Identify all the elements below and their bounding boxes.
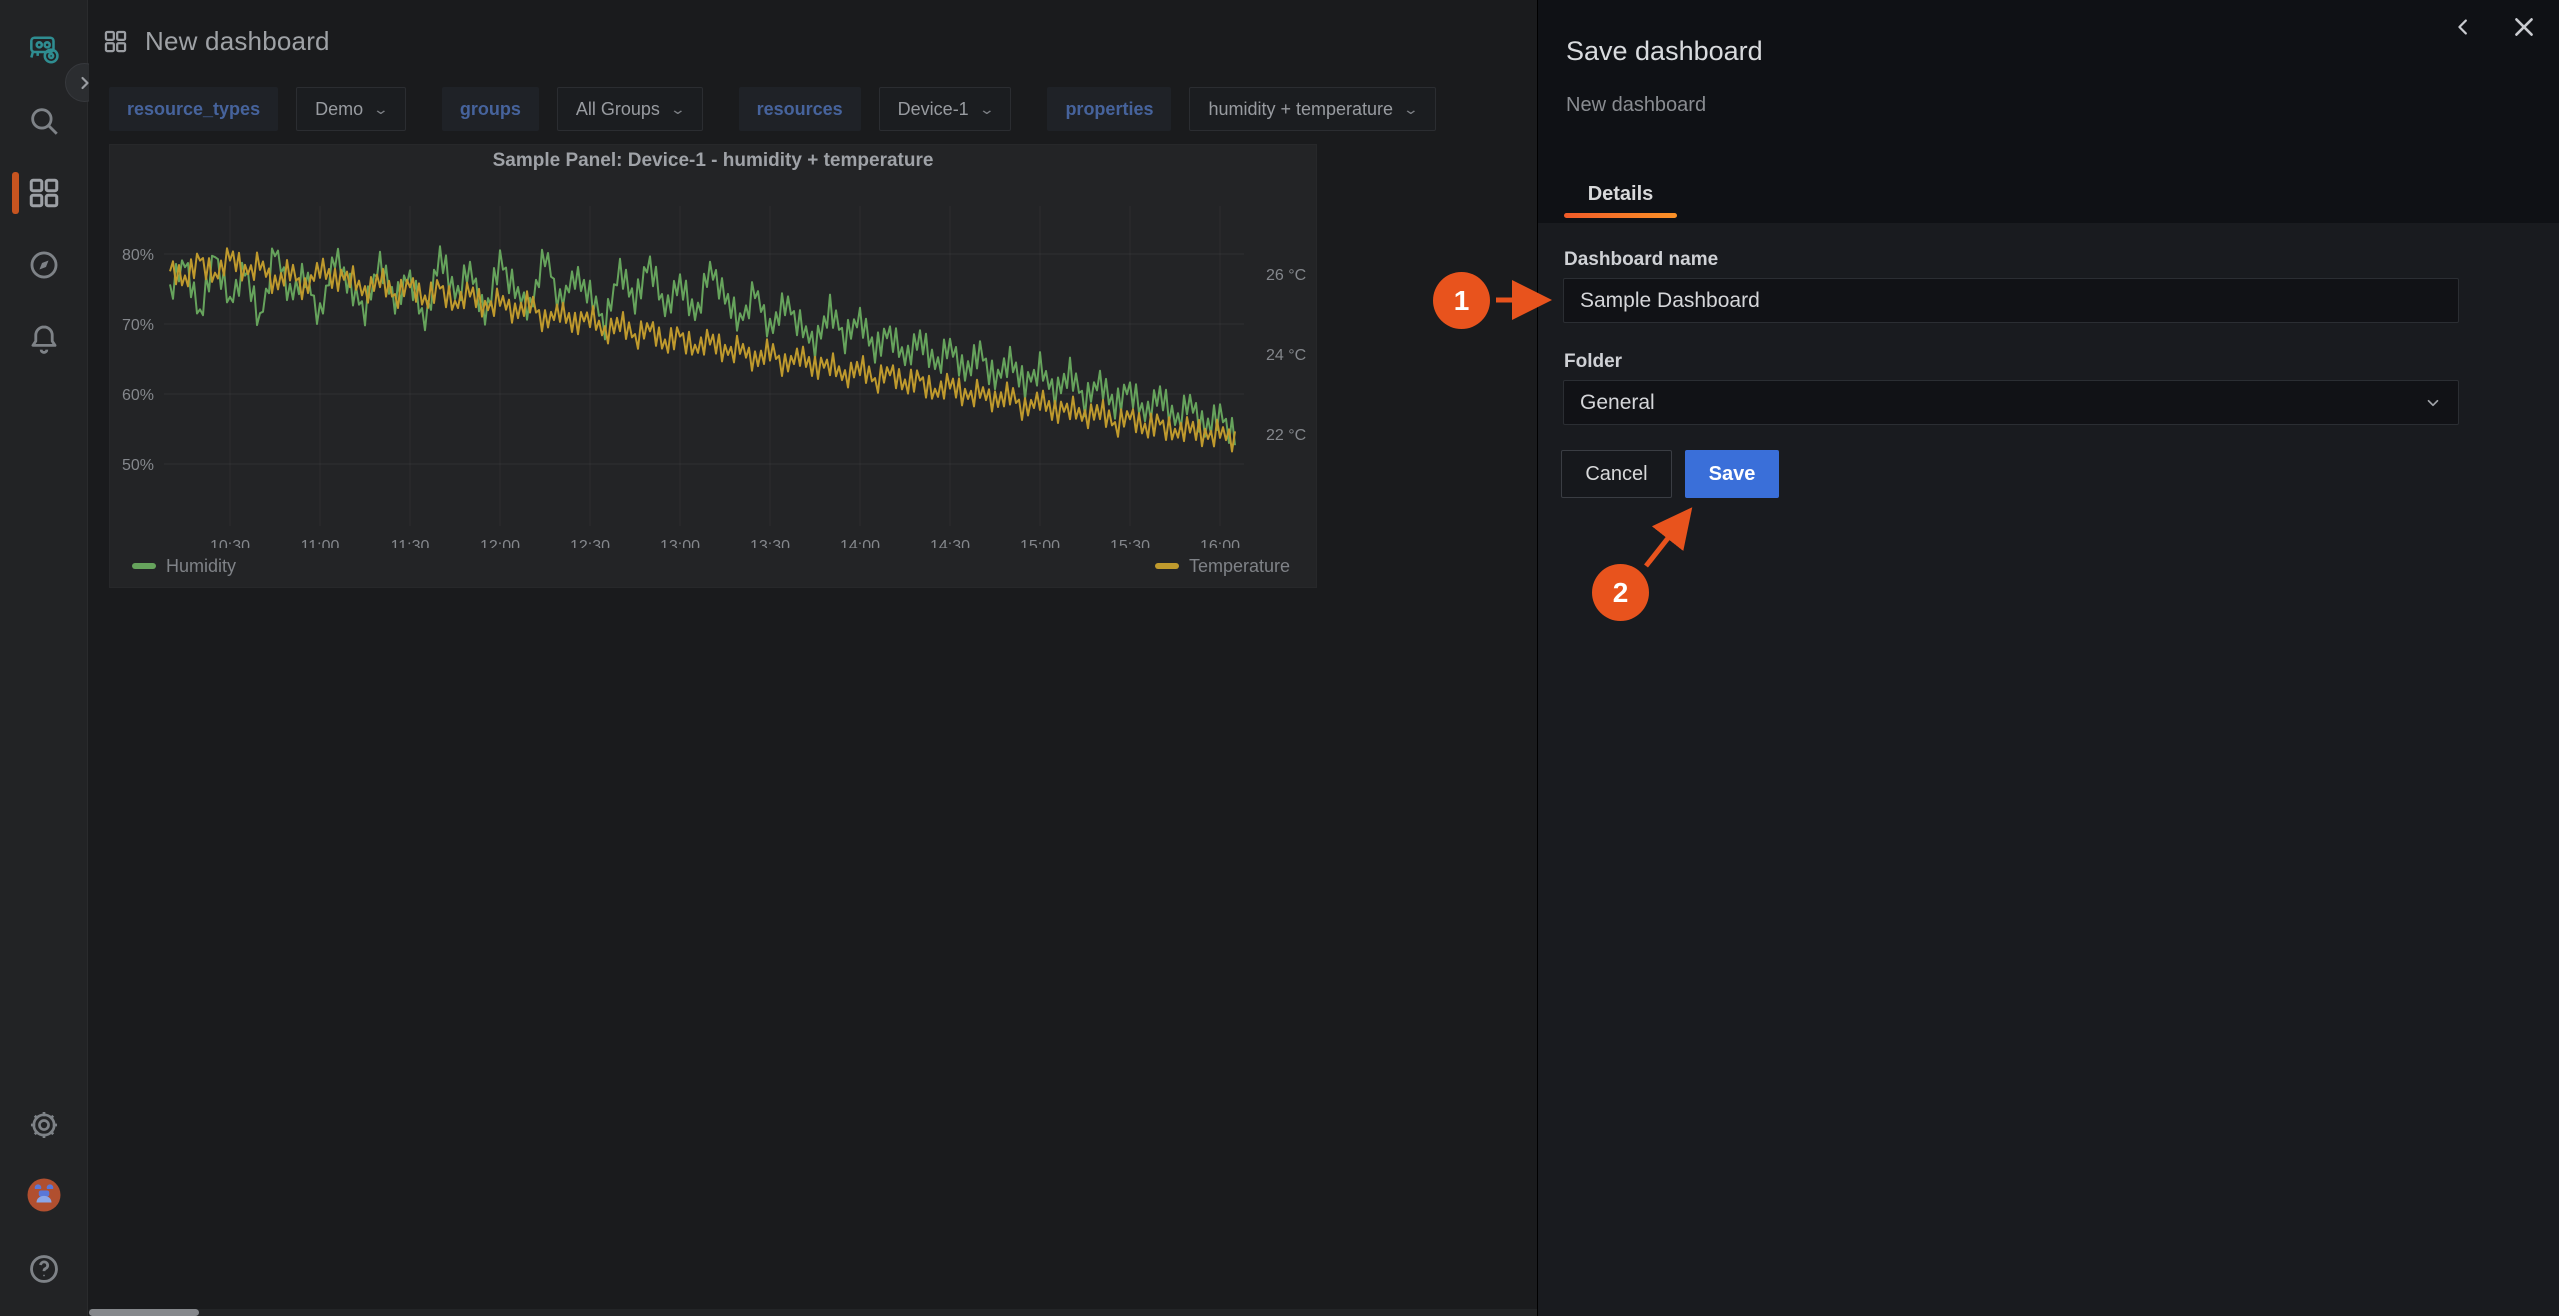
svg-text:10:30: 10:30 xyxy=(210,538,250,548)
search-icon[interactable] xyxy=(25,102,63,140)
app-logo-icon[interactable] xyxy=(25,29,63,67)
active-tab-indicator xyxy=(1564,213,1677,218)
page-header: New dashboard xyxy=(102,26,330,57)
variable-value: Device-1 xyxy=(898,99,969,120)
variable-label: groups xyxy=(442,87,539,131)
alerting-bell-icon[interactable] xyxy=(25,320,63,358)
legend-label: Temperature xyxy=(1189,556,1290,577)
drawer-title: Save dashboard xyxy=(1566,36,1763,67)
variable-label: resource_types xyxy=(109,87,278,131)
svg-text:13:00: 13:00 xyxy=(660,538,700,548)
variable-value-dropdown[interactable]: Device-1 ⌄ xyxy=(879,87,1012,131)
template-variable-bar: resource_types Demo⌄ groups All Groups⌄ … xyxy=(109,87,1436,131)
svg-text:24 °C: 24 °C xyxy=(1266,347,1306,364)
svg-text:11:00: 11:00 xyxy=(301,538,340,548)
save-dashboard-drawer: Save dashboard New dashboard Details Das… xyxy=(1537,0,2559,1316)
page-title: New dashboard xyxy=(145,26,330,57)
annotation-step-1: 1 xyxy=(1433,272,1490,329)
settings-gear-icon[interactable] xyxy=(25,1106,63,1144)
horizontal-scrollbar-thumb[interactable] xyxy=(89,1309,199,1316)
variable-value: Demo xyxy=(315,99,363,120)
chevron-down-icon: ⌄ xyxy=(978,101,994,118)
main-content: New dashboard resource_types Demo ⌄ group… xyxy=(89,0,1537,1316)
svg-text:26 °C: 26 °C xyxy=(1266,267,1306,284)
svg-text:80%: 80% xyxy=(122,247,154,264)
svg-text:15:00: 15:00 xyxy=(1020,538,1060,548)
dashboard-name-input[interactable] xyxy=(1563,278,2459,323)
chevron-left-icon xyxy=(2453,16,2475,38)
legend-item-humidity[interactable]: Humidity xyxy=(132,556,236,577)
svg-text:70%: 70% xyxy=(122,317,154,334)
save-button[interactable]: Save xyxy=(1685,450,1779,498)
variable-value-dropdown[interactable]: All Groups ⌄ xyxy=(557,87,703,131)
chevron-down-icon xyxy=(2424,394,2442,412)
panel-title[interactable]: Sample Panel: Device-1 - humidity + temp… xyxy=(110,145,1316,176)
user-avatar[interactable] xyxy=(25,1176,63,1214)
tab-details[interactable]: Details xyxy=(1564,183,1677,206)
close-icon xyxy=(2511,14,2537,40)
variable-label: properties xyxy=(1047,87,1171,131)
drawer-close-button[interactable] xyxy=(2507,10,2541,44)
variable-resources: resources Device-1 ⌄ xyxy=(739,87,1012,131)
chart-plot-area: 80% 70% 60% 50% 10:30 11:00 11:30 12:00 12:30 13:… xyxy=(110,176,1316,548)
variable-groups: groups All Groups ⌄ xyxy=(442,87,703,131)
svg-text:14:30: 14:30 xyxy=(930,538,970,548)
svg-text:22 °C: 22 °C xyxy=(1266,427,1306,444)
variable-value: All Groups xyxy=(576,99,660,120)
horizontal-scrollbar-track xyxy=(89,1309,1626,1316)
variable-properties: properties humidity + temperature ⌄ xyxy=(1047,87,1435,131)
folder-selected-value: General xyxy=(1580,391,1655,415)
sidebar xyxy=(0,0,88,1316)
variable-value-dropdown[interactable]: Demo ⌄ xyxy=(296,87,406,131)
humidity-series-swatch xyxy=(132,563,156,569)
time-series-chart: 80% 70% 60% 50% 10:30 11:00 11:30 12:00 12:30 13:… xyxy=(110,176,1316,553)
svg-text:12:00: 12:00 xyxy=(480,538,520,548)
help-icon[interactable] xyxy=(25,1250,63,1288)
variable-label: resources xyxy=(739,87,861,131)
svg-text:11:30: 11:30 xyxy=(391,538,430,548)
folder-select[interactable]: General xyxy=(1563,380,2459,425)
chevron-down-icon: ⌄ xyxy=(670,101,686,118)
application-window: New dashboard resource_types Demo ⌄ group… xyxy=(0,0,2559,1316)
cancel-button[interactable]: Cancel xyxy=(1561,450,1672,498)
svg-text:12:30: 12:30 xyxy=(570,538,610,548)
svg-text:60%: 60% xyxy=(122,387,154,404)
drawer-back-button[interactable] xyxy=(2447,10,2481,44)
legend-item-temperature[interactable]: Temperature xyxy=(1155,556,1290,577)
svg-text:50%: 50% xyxy=(122,457,154,474)
drawer-form: Dashboard name Folder General Cancel Sav… xyxy=(1538,223,2559,1316)
variable-resource-types: resource_types Demo ⌄ xyxy=(109,87,406,131)
variable-value: humidity + temperature xyxy=(1208,99,1393,120)
chart-panel: Sample Panel: Device-1 - humidity + temp… xyxy=(109,144,1317,588)
svg-text:16:00: 16:00 xyxy=(1200,538,1240,548)
svg-text:14:00: 14:00 xyxy=(840,538,880,548)
dashboard-grid-icon xyxy=(102,28,129,55)
svg-text:15:30: 15:30 xyxy=(1110,538,1150,548)
chevron-down-icon: ⌄ xyxy=(373,101,389,118)
temperature-series-swatch xyxy=(1155,563,1179,569)
drawer-subtitle: New dashboard xyxy=(1566,94,1706,117)
sidebar-active-indicator xyxy=(12,172,19,214)
variable-value-dropdown[interactable]: humidity + temperature ⌄ xyxy=(1189,87,1435,131)
legend-label: Humidity xyxy=(166,556,236,577)
drawer-controls xyxy=(2447,10,2541,44)
svg-text:13:30: 13:30 xyxy=(750,538,790,548)
folder-label: Folder xyxy=(1564,351,1622,373)
explore-compass-icon[interactable] xyxy=(25,246,63,284)
chart-legend: Humidity Temperature xyxy=(110,553,1316,587)
annotation-step-2: 2 xyxy=(1592,564,1649,621)
chevron-down-icon: ⌄ xyxy=(1403,101,1419,118)
dashboards-icon[interactable] xyxy=(25,174,63,212)
dashboard-name-label: Dashboard name xyxy=(1564,249,1718,271)
